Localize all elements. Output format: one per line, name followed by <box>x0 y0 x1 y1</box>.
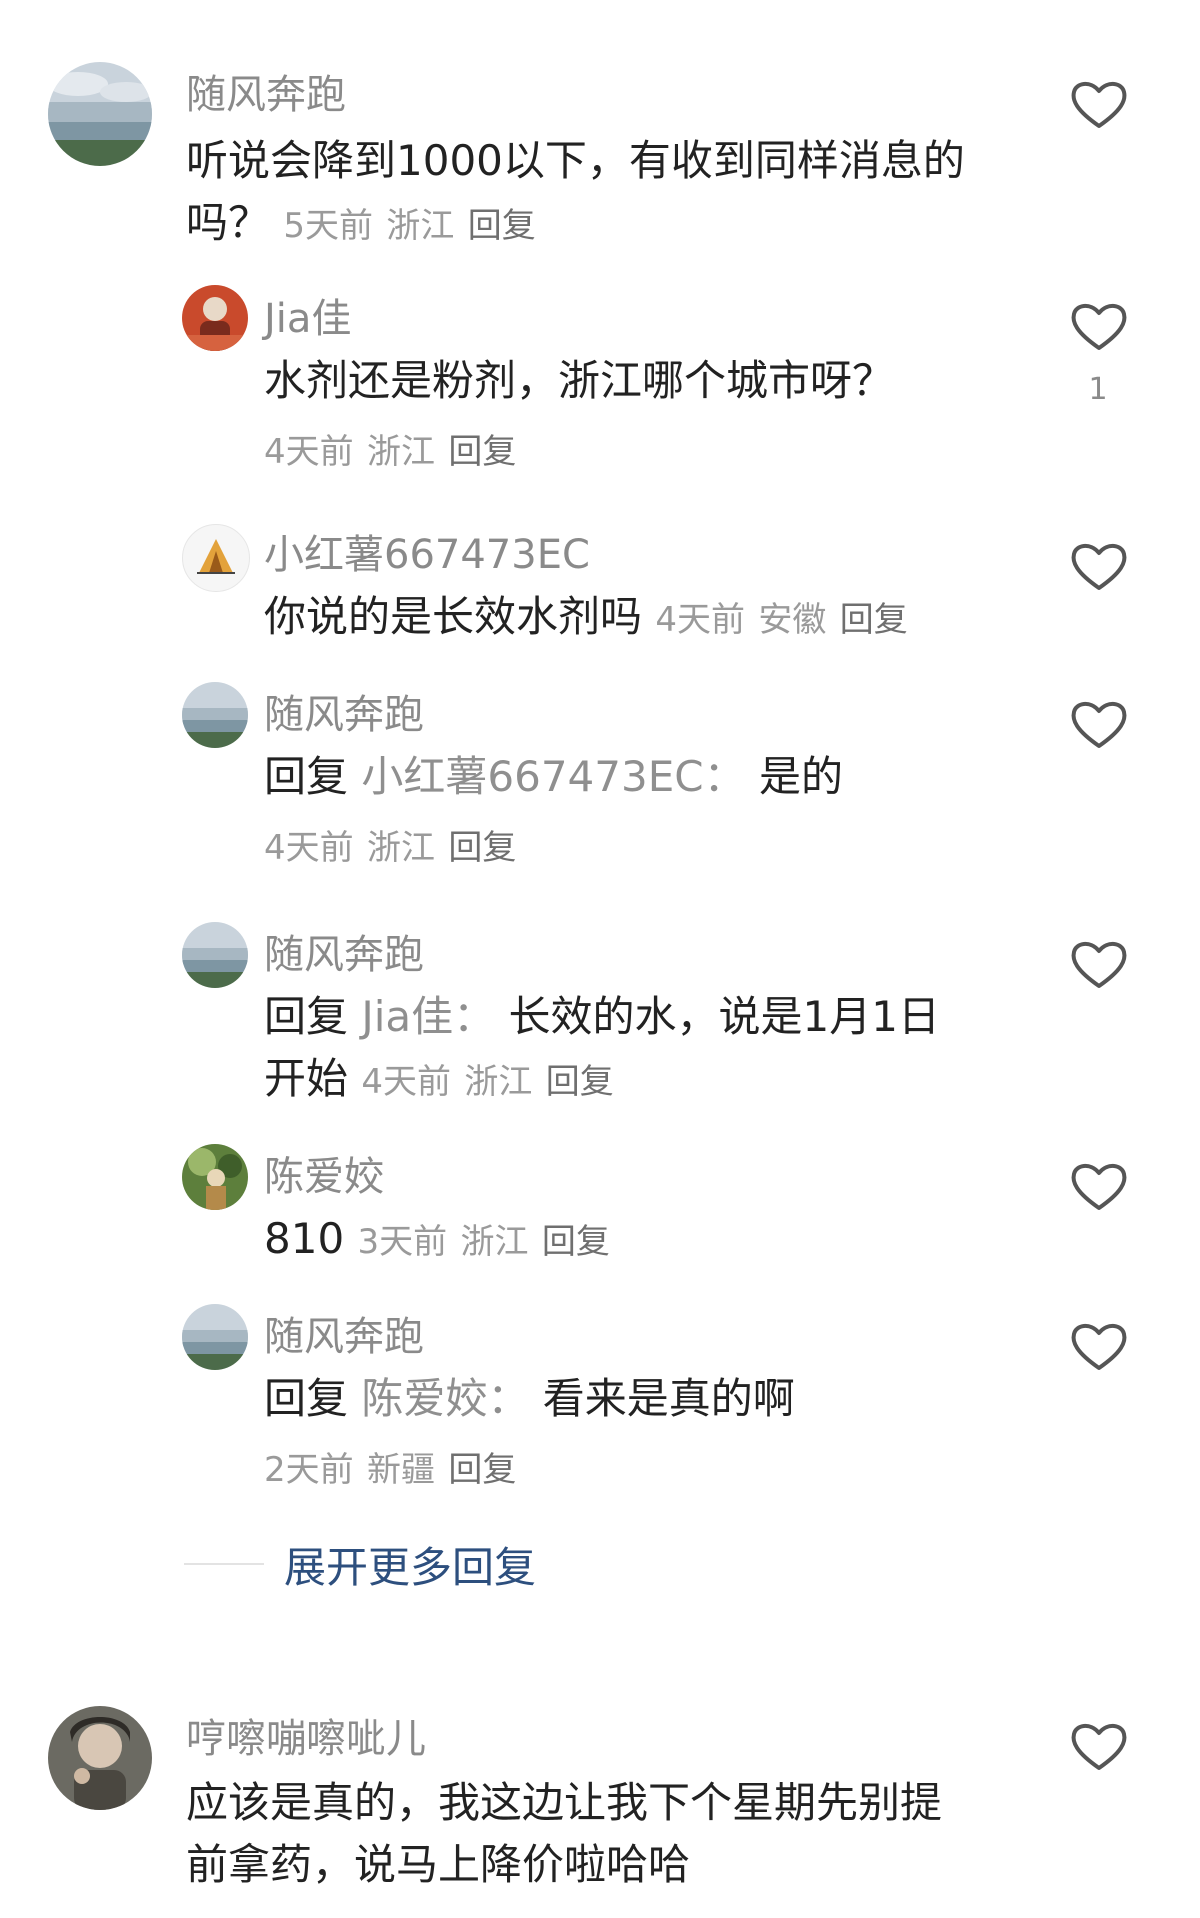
reply-location: 浙江 <box>367 432 435 472</box>
heart-outline-icon <box>1071 942 1127 988</box>
reply-button[interactable]: 回复 <box>542 1222 610 1262</box>
reply-time: 2天前 <box>264 1450 354 1490</box>
reply-text: 看来是真的啊 <box>542 1374 795 1423</box>
reply-author[interactable]: 小红薯667473EC <box>264 522 590 580</box>
avatar-garden[interactable] <box>182 1144 248 1210</box>
comment-time: 5天前 <box>283 206 374 246</box>
avatar-tent[interactable] <box>182 524 250 592</box>
reply-button[interactable]: 回复 <box>546 1062 614 1102</box>
reply-author[interactable]: 随风奔跑 <box>264 922 424 980</box>
reply-time: 3天前 <box>357 1222 448 1262</box>
reply-prefix: 回复 <box>264 992 349 1041</box>
reply-text: 长效的水，说是1月1日 <box>508 992 940 1041</box>
like-button[interactable] <box>1070 1160 1128 1212</box>
avatar-sea[interactable] <box>48 62 152 166</box>
like-button[interactable] <box>1070 1320 1128 1372</box>
reply-author[interactable]: 陈爱姣 <box>264 1144 384 1202</box>
like-button[interactable] <box>1070 540 1128 592</box>
like-button[interactable] <box>1070 698 1128 750</box>
comment-author[interactable]: 随风奔跑 <box>186 62 346 120</box>
reply-author[interactable]: Jia佳 <box>264 286 351 344</box>
heart-outline-icon <box>1071 702 1127 748</box>
reply-line: 你说的是长效水剂吗 4天前 安徽 回复 <box>264 586 908 651</box>
reply-button[interactable]: 回复 <box>468 206 536 246</box>
reply-colon: ： <box>453 992 496 1041</box>
reply-meta: 2天前 新疆 回复 <box>264 1436 516 1501</box>
heart-outline-icon <box>1071 82 1127 128</box>
heart-outline-icon <box>1071 544 1127 590</box>
reply-text: 你说的是长效水剂吗 <box>264 592 643 641</box>
like-button[interactable] <box>1070 78 1128 130</box>
reply-author[interactable]: 随风奔跑 <box>264 1304 424 1362</box>
reply-line: 回复 小红薯667473EC： 是的 <box>264 746 843 808</box>
comment-author[interactable]: 哼嚓嘣嚓呲儿 <box>186 1706 426 1764</box>
comment-location: 浙江 <box>386 206 455 246</box>
reply-line: 810 3天前 浙江 回复 <box>264 1208 610 1273</box>
reply-line: 开始 4天前 浙江 回复 <box>264 1048 614 1113</box>
reply-prefix: 回复 <box>264 752 349 801</box>
reply-text: 开始 <box>264 1054 349 1103</box>
reply-time: 4天前 <box>264 828 354 868</box>
heart-outline-icon <box>1071 304 1127 350</box>
reply-colon: ： <box>703 752 746 801</box>
reply-target[interactable]: Jia佳 <box>361 992 453 1041</box>
avatar-selfie[interactable] <box>48 1706 152 1810</box>
reply-location: 新疆 <box>367 1450 435 1490</box>
reply-button[interactable]: 回复 <box>448 1450 516 1490</box>
divider <box>184 1563 264 1565</box>
reply-location: 浙江 <box>460 1222 529 1262</box>
reply-button[interactable]: 回复 <box>840 600 908 640</box>
reply-author[interactable]: 随风奔跑 <box>264 682 424 740</box>
reply-button[interactable]: 回复 <box>448 432 516 472</box>
avatar-sea[interactable] <box>182 922 248 988</box>
comment-text-line2: 前拿药，说马上降价啦哈哈 <box>186 1840 691 1889</box>
comment-text-line1: 应该是真的，我这边让我下个星期先别提 <box>186 1778 943 1827</box>
comment-text-line2: 吗？ 5天前 浙江 回复 <box>186 192 536 257</box>
heart-outline-icon <box>1071 1164 1127 1210</box>
reply-text: 水剂还是粉剂，浙江哪个城市呀？ <box>264 356 895 405</box>
reply-line: 回复 Jia佳： 长效的水，说是1月1日 <box>264 986 940 1048</box>
avatar-sea[interactable] <box>182 682 248 748</box>
reply-location: 浙江 <box>367 828 435 868</box>
reply-target[interactable]: 陈爱姣 <box>361 1374 487 1423</box>
reply-text: 是的 <box>758 752 843 801</box>
reply-meta: 4天前 浙江 回复 <box>264 814 516 879</box>
reply-time: 4天前 <box>264 432 354 472</box>
comment-text-line1: 听说会降到1000以下，有收到同样消息的 <box>186 136 965 185</box>
reply-prefix: 回复 <box>264 1374 349 1423</box>
reply-time: 4天前 <box>655 600 746 640</box>
reply-button[interactable]: 回复 <box>448 828 516 868</box>
reply-line: 回复 陈爱姣： 看来是真的啊 <box>264 1368 795 1430</box>
comment-text: 吗？ <box>186 198 271 247</box>
reply-time: 4天前 <box>361 1062 452 1102</box>
avatar-person-red[interactable] <box>182 285 248 351</box>
reply-meta: 4天前 浙江 回复 <box>264 418 516 483</box>
reply-location: 安徽 <box>758 600 827 640</box>
heart-outline-icon <box>1071 1724 1127 1770</box>
like-button[interactable] <box>1070 1720 1128 1772</box>
heart-outline-icon <box>1071 1324 1127 1370</box>
like-button[interactable] <box>1070 938 1128 990</box>
avatar-sea[interactable] <box>182 1304 248 1370</box>
reply-location: 浙江 <box>464 1062 533 1102</box>
reply-colon: ： <box>487 1374 530 1423</box>
reply-text: 810 <box>264 1214 345 1263</box>
expand-more-label[interactable]: 展开更多回复 <box>284 1534 536 1595</box>
expand-more-replies[interactable]: 展开更多回复 <box>184 1534 536 1594</box>
reply-target[interactable]: 小红薯667473EC <box>361 752 703 801</box>
like-button[interactable] <box>1070 300 1128 352</box>
like-count: 1 <box>1088 372 1108 407</box>
